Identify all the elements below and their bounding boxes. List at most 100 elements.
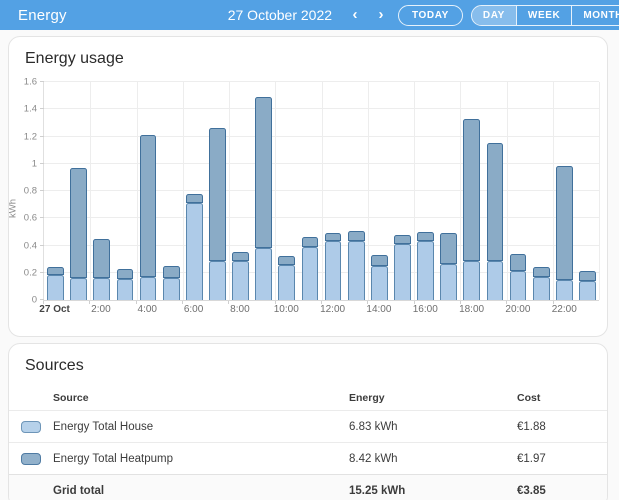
bar-segment-heatpump[interactable] [533,267,550,277]
bar-segment-heatpump[interactable] [232,252,249,262]
bar-segment-heatpump[interactable] [371,255,388,266]
stacked-bar-6:00[interactable] [186,82,203,300]
bar-segment-heatpump[interactable] [510,254,527,271]
y-tick-label: 1.4 [24,104,37,115]
y-tick-label: 0.8 [24,186,37,197]
stacked-bar-23:00[interactable] [579,82,596,300]
stacked-bar-17:00[interactable] [440,82,457,300]
bar-segment-heatpump[interactable] [163,266,180,278]
stacked-bar-22:00[interactable] [556,82,573,300]
bar-segment-house[interactable] [579,281,596,300]
bar-slot [252,82,275,300]
previous-day-button[interactable]: ‹ [342,3,368,27]
stacked-bar-20:00[interactable] [510,82,527,300]
bar-segment-heatpump[interactable] [487,143,504,262]
bar-slot [67,82,90,300]
bar-segment-house[interactable] [533,277,550,300]
grid-total-label: Grid total [53,485,349,497]
bar-segment-house[interactable] [117,279,134,300]
chart-plot-area: 00.20.40.60.811.21.41.6 [43,82,599,301]
stacked-bar-13:00[interactable] [348,82,365,300]
column-header-energy: Energy [349,392,517,404]
bar-slot [345,82,368,300]
bar-segment-house[interactable] [186,203,203,300]
stacked-bar-2:00[interactable] [93,82,110,300]
stacked-bar-4:00[interactable] [140,82,157,300]
bar-segment-house[interactable] [417,241,434,300]
bar-segment-heatpump[interactable] [186,194,203,203]
x-tick-mark [275,301,276,304]
stacked-bar-5:00[interactable] [163,82,180,300]
bar-segment-heatpump[interactable] [255,97,272,248]
bar-segment-house[interactable] [510,271,527,300]
today-button[interactable]: TODAY [398,5,463,26]
stacked-bar-1:00[interactable] [70,82,87,300]
bar-segment-heatpump[interactable] [209,128,226,261]
bar-segment-house[interactable] [371,266,388,300]
x-tick-label: 16:00 [413,304,438,315]
bar-segment-house[interactable] [348,241,365,300]
stacked-bar-11:00[interactable] [302,82,319,300]
bar-segment-heatpump[interactable] [278,256,295,265]
next-day-button[interactable]: › [368,3,394,27]
bar-segment-house[interactable] [463,261,480,300]
stacked-bar-14:00[interactable] [371,82,388,300]
stacked-bar-12:00[interactable] [325,82,342,300]
bar-segment-house[interactable] [163,278,180,300]
stacked-bar-18:00[interactable] [463,82,480,300]
bar-segment-house[interactable] [556,280,573,300]
bar-slot [160,82,183,300]
bar-segment-house[interactable] [394,244,411,300]
source-energy: 6.83 kWh [349,421,517,433]
y-tick-label: 1.6 [24,77,37,88]
bar-slot [298,82,321,300]
bar-segment-heatpump[interactable] [302,237,319,247]
energy-usage-card: Energy usage kWh 00.20.40.60.811.21.41.6… [8,36,608,337]
bar-segment-house[interactable] [232,261,249,300]
stacked-bar-9:00[interactable] [255,82,272,300]
stacked-bar-15:00[interactable] [394,82,411,300]
stacked-bar-21:00[interactable] [533,82,550,300]
bar-segment-heatpump[interactable] [47,267,64,276]
stacked-bar-7:00[interactable] [209,82,226,300]
bar-segment-house[interactable] [140,277,157,300]
source-cost: €1.88 [517,421,607,433]
bar-slot [229,82,252,300]
bar-segment-heatpump[interactable] [348,231,365,241]
bar-segment-heatpump[interactable] [117,269,134,279]
bar-segment-house[interactable] [209,261,226,300]
grid-line-v [599,82,600,300]
bar-segment-heatpump[interactable] [556,166,573,280]
bar-segment-house[interactable] [325,241,342,300]
bar-segment-house[interactable] [70,278,87,300]
stacked-bar-16:00[interactable] [417,82,434,300]
stacked-bar-8:00[interactable] [232,82,249,300]
date-label: 27 October 2022 [228,7,332,23]
stacked-bar-10:00[interactable] [278,82,295,300]
range-tab-month[interactable]: MONTH [571,6,619,25]
bar-segment-house[interactable] [278,265,295,300]
range-tab-week[interactable]: WEEK [516,6,571,25]
bar-segment-house[interactable] [440,264,457,300]
bar-segment-house[interactable] [487,261,504,300]
bar-segment-heatpump[interactable] [463,119,480,261]
bar-segment-heatpump[interactable] [325,233,342,242]
bar-segment-house[interactable] [302,247,319,300]
range-tab-day[interactable]: DAY [472,6,516,25]
bar-segment-heatpump[interactable] [140,135,157,277]
bar-segment-heatpump[interactable] [394,235,411,245]
stacked-bar-19:00[interactable] [487,82,504,300]
bar-segment-house[interactable] [93,278,110,300]
bar-segment-heatpump[interactable] [93,239,110,278]
app-header: Energy 27 October 2022 ‹ › TODAY DAYWEEK… [0,0,619,30]
bar-segment-heatpump[interactable] [440,233,457,264]
bar-segment-heatpump[interactable] [70,168,87,278]
energy-usage-title: Energy usage [9,37,607,68]
bar-segment-heatpump[interactable] [579,271,596,281]
stacked-bar-3:00[interactable] [117,82,134,300]
bar-segment-house[interactable] [255,248,272,300]
stacked-bar-0:00[interactable] [47,82,64,300]
bar-segment-house[interactable] [47,275,64,300]
bar-segment-heatpump[interactable] [417,232,434,242]
energy-usage-chart: kWh 00.20.40.60.811.21.41.6 27 Oct2:004:… [43,82,599,324]
